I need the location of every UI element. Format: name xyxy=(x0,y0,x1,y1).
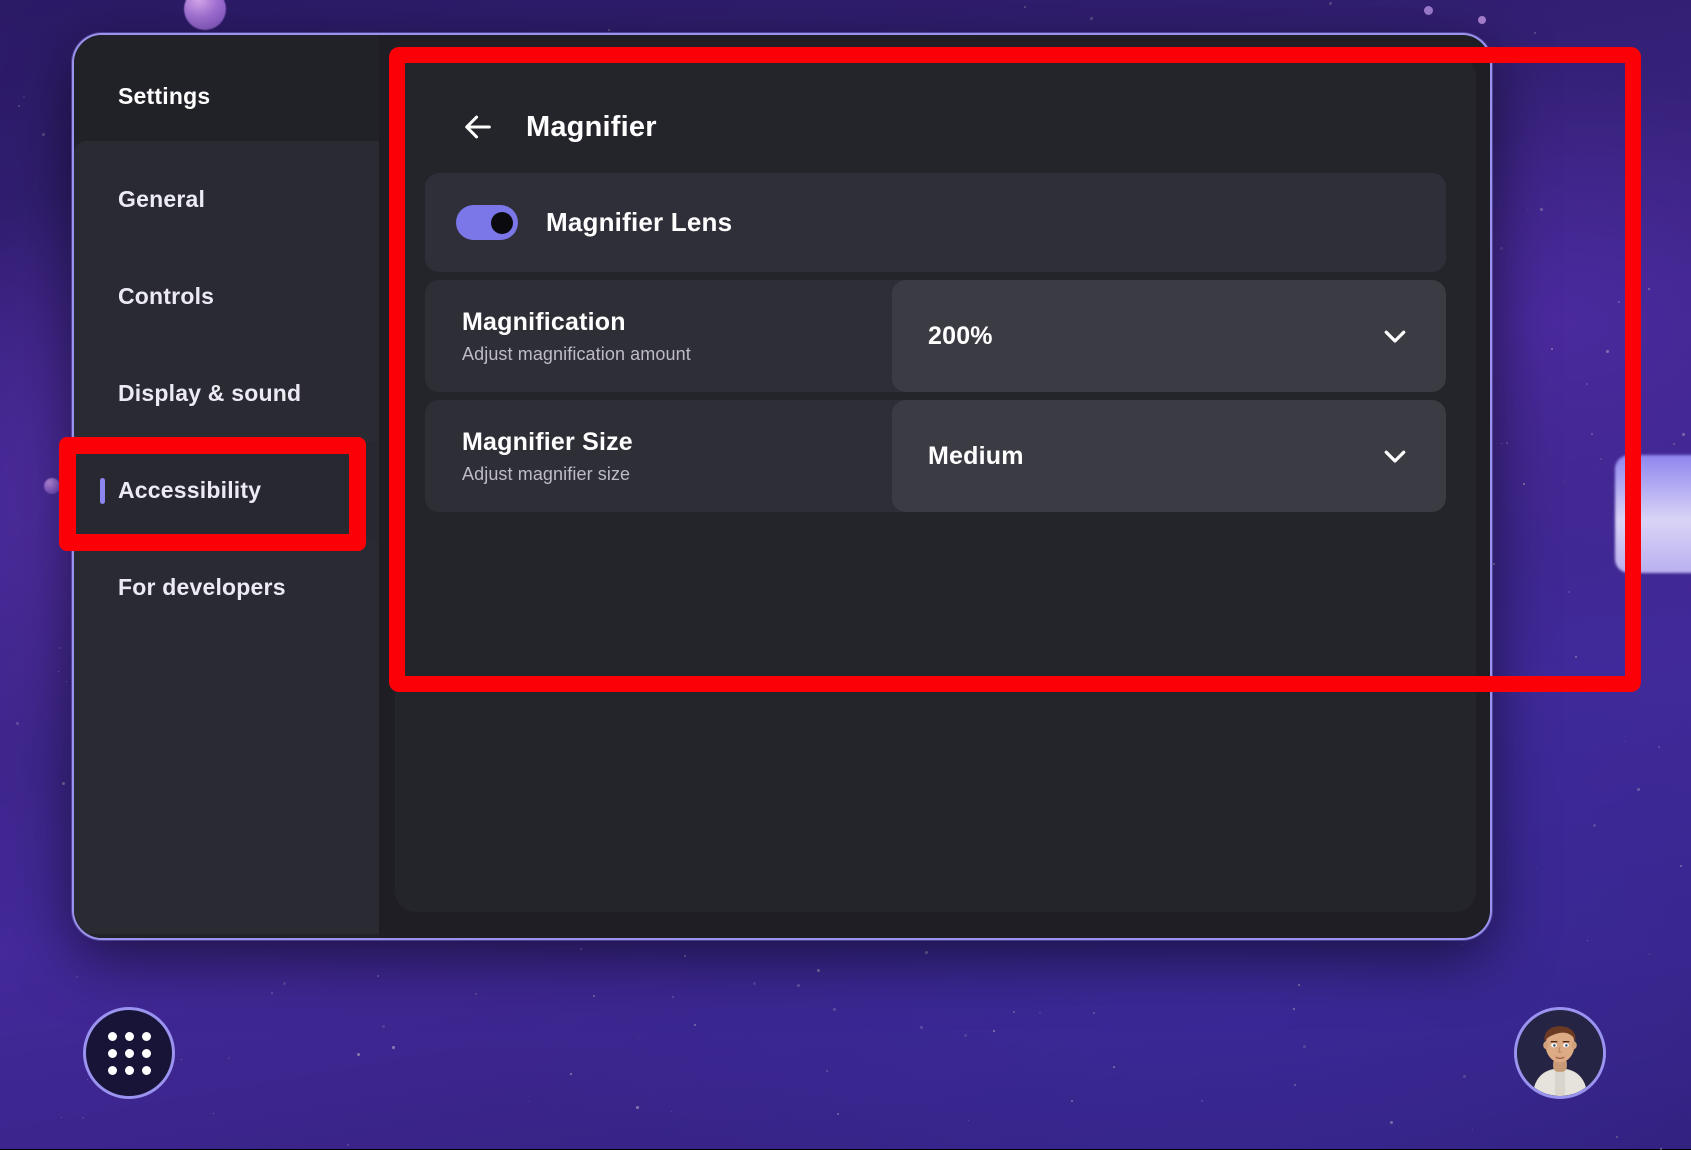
sidebar-item-general[interactable]: General xyxy=(74,151,379,248)
apps-grid-icon xyxy=(108,1032,151,1075)
magnifier-lens-toggle[interactable] xyxy=(456,205,518,240)
sidebar-item-accessibility[interactable]: Accessibility xyxy=(74,442,379,539)
magnification-title: Magnification xyxy=(462,308,892,337)
magnifier-size-row[interactable]: Magnifier Size Adjust magnifier size Med… xyxy=(425,400,1446,512)
back-arrow-icon[interactable] xyxy=(458,107,498,147)
magnifier-lens-label: Magnifier Lens xyxy=(546,207,732,238)
sidebar-item-controls[interactable]: Controls xyxy=(74,248,379,345)
sidebar-item-label: Controls xyxy=(118,283,214,310)
magnifier-size-title: Magnifier Size xyxy=(462,428,892,457)
sidebar-item-label: General xyxy=(118,186,205,213)
sidebar-nav: General Controls Display & sound Accessi… xyxy=(74,141,379,934)
decorative-dot-a xyxy=(1424,6,1433,15)
decorative-glow-right xyxy=(1615,455,1691,573)
magnification-row[interactable]: Magnification Adjust magnification amoun… xyxy=(425,280,1446,392)
settings-sidebar: Settings General Controls Display & soun… xyxy=(74,35,379,938)
sidebar-item-display-and-sound[interactable]: Display & sound xyxy=(74,345,379,442)
magnifier-lens-row[interactable]: Magnifier Lens xyxy=(425,173,1446,272)
chevron-down-icon[interactable] xyxy=(1380,441,1410,471)
settings-window: Settings General Controls Display & soun… xyxy=(72,33,1492,940)
decorative-dot-b xyxy=(1478,16,1486,24)
magnification-dropdown[interactable]: 200% xyxy=(892,280,1446,392)
page-title-settings: Settings xyxy=(74,35,379,110)
decorative-orb-left xyxy=(44,478,60,494)
magnifier-size-text-block: Magnifier Size Adjust magnifier size xyxy=(425,400,892,512)
settings-content: Magnifier Magnifier Lens Magnification A… xyxy=(379,35,1490,938)
magnifier-size-dropdown[interactable]: Medium xyxy=(892,400,1446,512)
magnifier-size-subtitle: Adjust magnifier size xyxy=(462,464,892,485)
magnifier-panel: Magnifier Magnifier Lens Magnification A… xyxy=(395,57,1476,912)
panel-title: Magnifier xyxy=(526,111,657,144)
apps-grid-button[interactable] xyxy=(83,1007,175,1099)
toggle-knob xyxy=(491,212,513,234)
sidebar-item-label: Display & sound xyxy=(118,380,301,407)
magnifier-size-value: Medium xyxy=(928,442,1024,471)
chevron-down-icon[interactable] xyxy=(1380,321,1410,351)
magnification-subtitle: Adjust magnification amount xyxy=(462,344,892,365)
sidebar-item-for-developers[interactable]: For developers xyxy=(74,539,379,636)
user-avatar-button[interactable] xyxy=(1514,1007,1606,1099)
magnification-value: 200% xyxy=(928,322,993,351)
panel-header: Magnifier xyxy=(425,85,1446,173)
sidebar-item-label: For developers xyxy=(118,574,286,601)
avatar xyxy=(1517,1010,1603,1096)
magnification-text-block: Magnification Adjust magnification amoun… xyxy=(425,280,892,392)
sidebar-item-label: Accessibility xyxy=(118,477,261,504)
active-indicator-bar xyxy=(100,478,105,504)
